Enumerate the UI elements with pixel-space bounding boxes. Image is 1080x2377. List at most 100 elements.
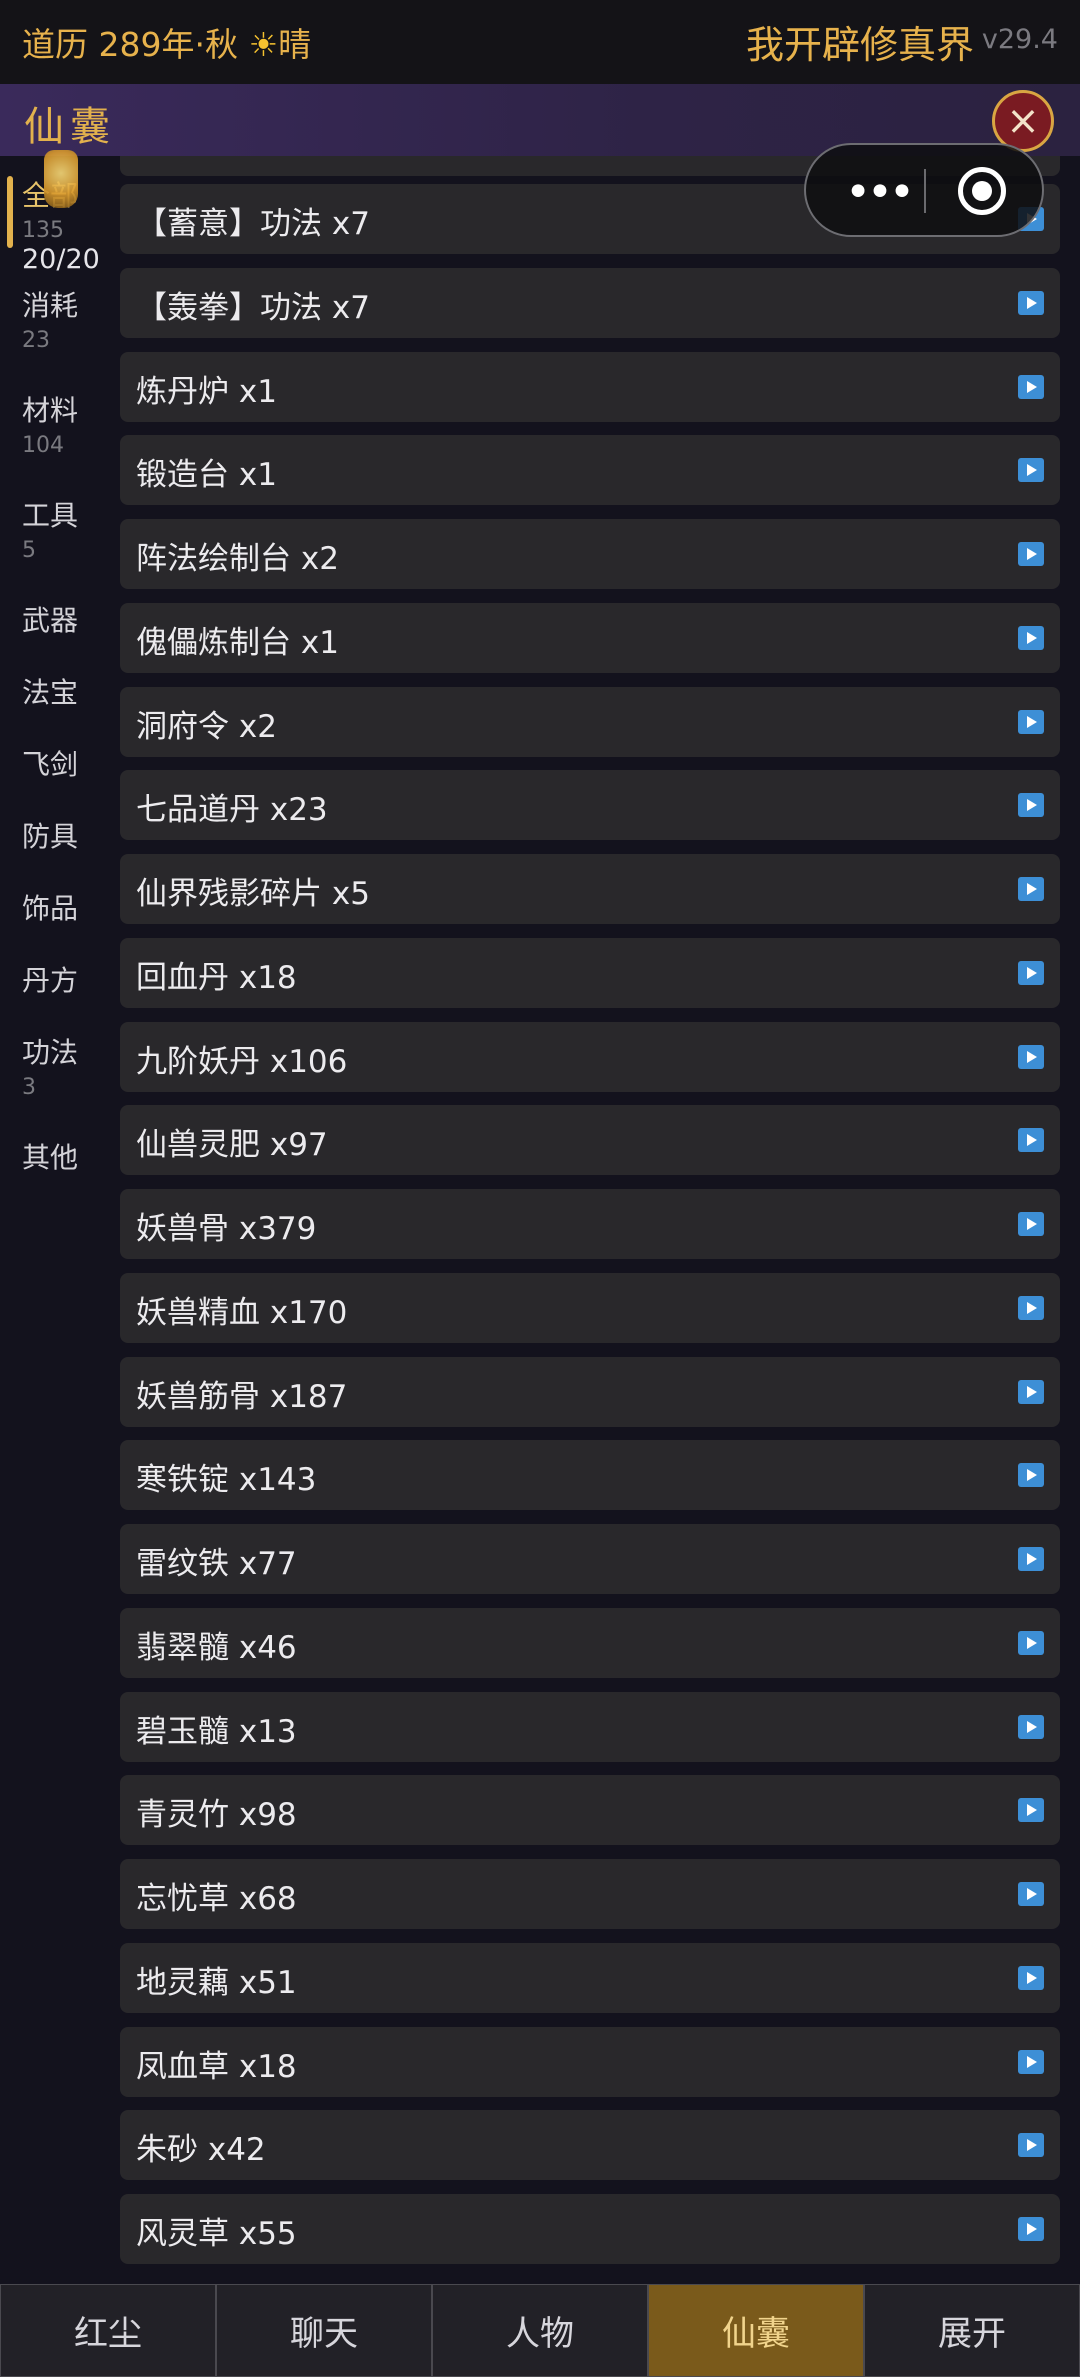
capsule-divider [924,169,926,213]
list-item[interactable]: 仙兽灵肥 x97 [120,1105,1060,1175]
list-item[interactable]: 锻造台 x1 [120,435,1060,505]
play-icon[interactable] [1018,1882,1044,1906]
item-label: 雷纹铁 x77 [136,1546,297,1582]
list-item[interactable]: 雷纹铁 x77 [120,1524,1060,1594]
sidebar-item-accessories[interactable]: 饰品 [22,887,78,927]
game-date: 道历 289年·秋 ☀晴 [22,18,311,66]
play-icon[interactable] [1018,291,1044,315]
play-icon[interactable] [1018,1715,1044,1739]
list-item[interactable]: 翡翠髓 x46 [120,1608,1060,1678]
tab-character[interactable]: 人物 [432,2284,648,2377]
target-icon[interactable] [958,167,1006,215]
list-item[interactable]: 【轰拳】功法 x7 [120,268,1060,338]
list-item[interactable]: 炼丹炉 x1 [120,352,1060,422]
play-icon[interactable] [1018,1547,1044,1571]
sidebar-item-consumables[interactable]: 消耗 23 [22,284,78,353]
sidebar-item-tools[interactable]: 工具 5 [22,494,78,563]
list-item[interactable]: 阵法绘制台 x2 [120,519,1060,589]
panel-title: 仙囊 [24,104,116,150]
play-icon[interactable] [1018,2050,1044,2074]
list-item[interactable]: 洞府令 x2 [120,687,1060,757]
active-indicator [7,176,13,248]
list-item[interactable]: 妖兽骨 x379 [120,1189,1060,1259]
sidebar-item-label: 防具 [22,820,79,853]
list-item[interactable]: 傀儡炼制台 x1 [120,603,1060,673]
sidebar-item-recipes[interactable]: 丹方 [22,959,78,999]
item-label: 【轰拳】功法 x7 [136,290,370,326]
list-item[interactable]: 朱砂 x42 [120,2110,1060,2180]
play-icon[interactable] [1018,961,1044,985]
category-sidebar: 全部 135 消耗 23 材料 104 工具 5 武器 法宝 飞剑 防具 饰品 … [0,156,112,2284]
tab-label: 聊天 [290,2314,358,2354]
sidebar-item-count: 135 [22,218,64,243]
item-label: 青灵竹 x98 [136,1797,297,1833]
more-icon[interactable]: ••• [838,157,918,227]
play-icon[interactable] [1018,1045,1044,1069]
sidebar-item-materials[interactable]: 材料 104 [22,389,78,458]
tab-label: 红尘 [74,2314,142,2354]
play-icon[interactable] [1018,375,1044,399]
item-label: 寒铁锭 x143 [136,1462,317,1498]
sidebar-item-other[interactable]: 其他 [22,1136,78,1176]
play-icon[interactable] [1018,710,1044,734]
play-icon[interactable] [1018,1128,1044,1152]
sidebar-item-count: 3 [22,1075,36,1100]
item-label: 七品道丹 x23 [136,792,328,828]
list-item[interactable]: 寒铁锭 x143 [120,1440,1060,1510]
play-icon[interactable] [1018,877,1044,901]
list-item[interactable]: 忘忧草 x68 [120,1859,1060,1929]
tab-label: 仙囊 [722,2314,790,2354]
sidebar-item-techniques[interactable]: 功法 3 [22,1031,78,1100]
play-icon[interactable] [1018,2133,1044,2157]
play-icon[interactable] [1018,1798,1044,1822]
play-icon[interactable] [1018,1380,1044,1404]
list-item[interactable]: 地灵藕 x51 [120,1943,1060,2013]
bottom-tab-bar: 红尘 聊天 人物 仙囊 展开 [0,2284,1080,2377]
item-label: 朱砂 x42 [136,2132,266,2168]
item-label: 傀儡炼制台 x1 [136,625,339,661]
weather-text: 晴 [278,25,312,64]
sidebar-item-armor[interactable]: 防具 [22,815,78,855]
list-item[interactable]: 仙界残影碎片 x5 [120,854,1060,924]
play-icon[interactable] [1018,542,1044,566]
sidebar-item-treasures[interactable]: 法宝 [22,671,78,711]
list-item[interactable]: 碧玉髓 x13 [120,1692,1060,1762]
play-icon[interactable] [1018,626,1044,650]
play-icon[interactable] [1018,1463,1044,1487]
sidebar-item-flying-swords[interactable]: 飞剑 [22,743,78,783]
tab-chat[interactable]: 聊天 [216,2284,432,2377]
tab-expand[interactable]: 展开 [864,2284,1080,2377]
play-icon[interactable] [1018,2217,1044,2241]
tab-hongchen[interactable]: 红尘 [0,2284,216,2377]
play-icon[interactable] [1018,793,1044,817]
list-item[interactable]: 妖兽精血 x170 [120,1273,1060,1343]
item-label: 风灵草 x55 [136,2216,297,2252]
sidebar-item-label: 其他 [22,1141,79,1174]
sidebar-item-count: 5 [22,538,36,563]
list-item[interactable]: 凤血草 x18 [120,2027,1060,2097]
list-item[interactable]: 妖兽筋骨 x187 [120,1357,1060,1427]
tab-inventory[interactable]: 仙囊 [648,2284,864,2377]
item-label: 阵法绘制台 x2 [136,541,339,577]
play-icon[interactable] [1018,1966,1044,1990]
play-icon[interactable] [1018,1296,1044,1320]
item-label: 妖兽骨 x379 [136,1211,317,1247]
sidebar-item-label: 法宝 [22,676,79,709]
sidebar-item-label: 饰品 [22,892,79,925]
sidebar-item-label: 功法 [22,1036,79,1069]
list-item[interactable]: 青灵竹 x98 [120,1775,1060,1845]
miniprogram-capsule: ••• [804,143,1044,237]
play-icon[interactable] [1018,458,1044,482]
close-icon: × [1006,98,1040,144]
list-item[interactable]: 七品道丹 x23 [120,770,1060,840]
sidebar-item-label: 丹方 [22,964,79,997]
list-item[interactable]: 风灵草 x55 [120,2194,1060,2264]
play-icon[interactable] [1018,1631,1044,1655]
list-item[interactable]: 回血丹 x18 [120,938,1060,1008]
list-item[interactable]: 九阶妖丹 x106 [120,1022,1060,1092]
sidebar-item-weapons[interactable]: 武器 [22,599,78,639]
item-label: 碧玉髓 x13 [136,1714,297,1750]
play-icon[interactable] [1018,1212,1044,1236]
lantern-icon [44,150,78,208]
item-label: 地灵藕 x51 [136,1965,297,2001]
